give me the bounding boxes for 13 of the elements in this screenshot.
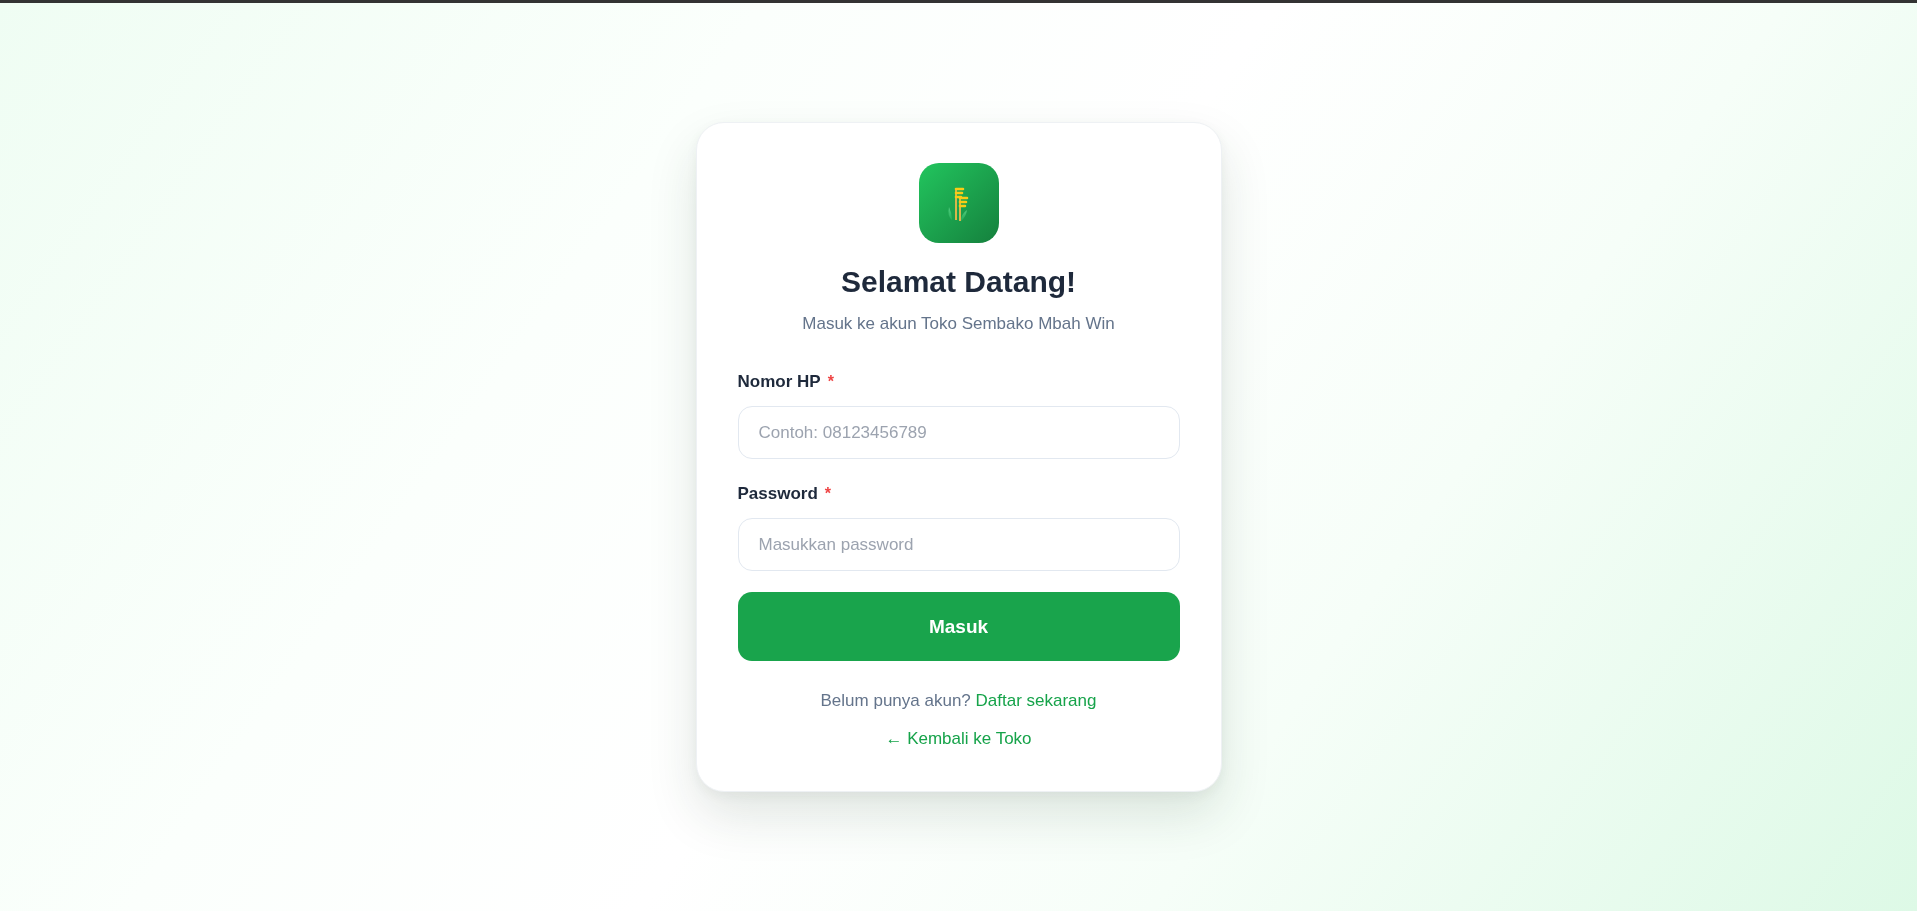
input-field[interactable]: Contoh: 08123456789 <box>737 406 1180 459</box>
welcome-subtitle: Masuk ke akun Toko Sembako Mbah Win <box>801 313 1116 335</box>
field-label: Password <box>737 483 818 505</box>
required-mark: * <box>824 484 832 504</box>
signup-link[interactable]: Daftar sekarang <box>975 691 1097 710</box>
field-label: Nomor HP <box>737 371 821 393</box>
login-button[interactable]: Masuk <box>737 592 1180 661</box>
required-mark: * <box>827 372 834 392</box>
back-to-shop-link[interactable]: ← Kembali ke Toko <box>885 729 1032 748</box>
welcome-title: Selamat Datang! <box>839 264 1078 300</box>
signup-prompt: Belum punya akun? <box>820 691 971 710</box>
wheat-icon <box>918 163 999 243</box>
input-field[interactable]: Masukkan password <box>737 518 1180 571</box>
